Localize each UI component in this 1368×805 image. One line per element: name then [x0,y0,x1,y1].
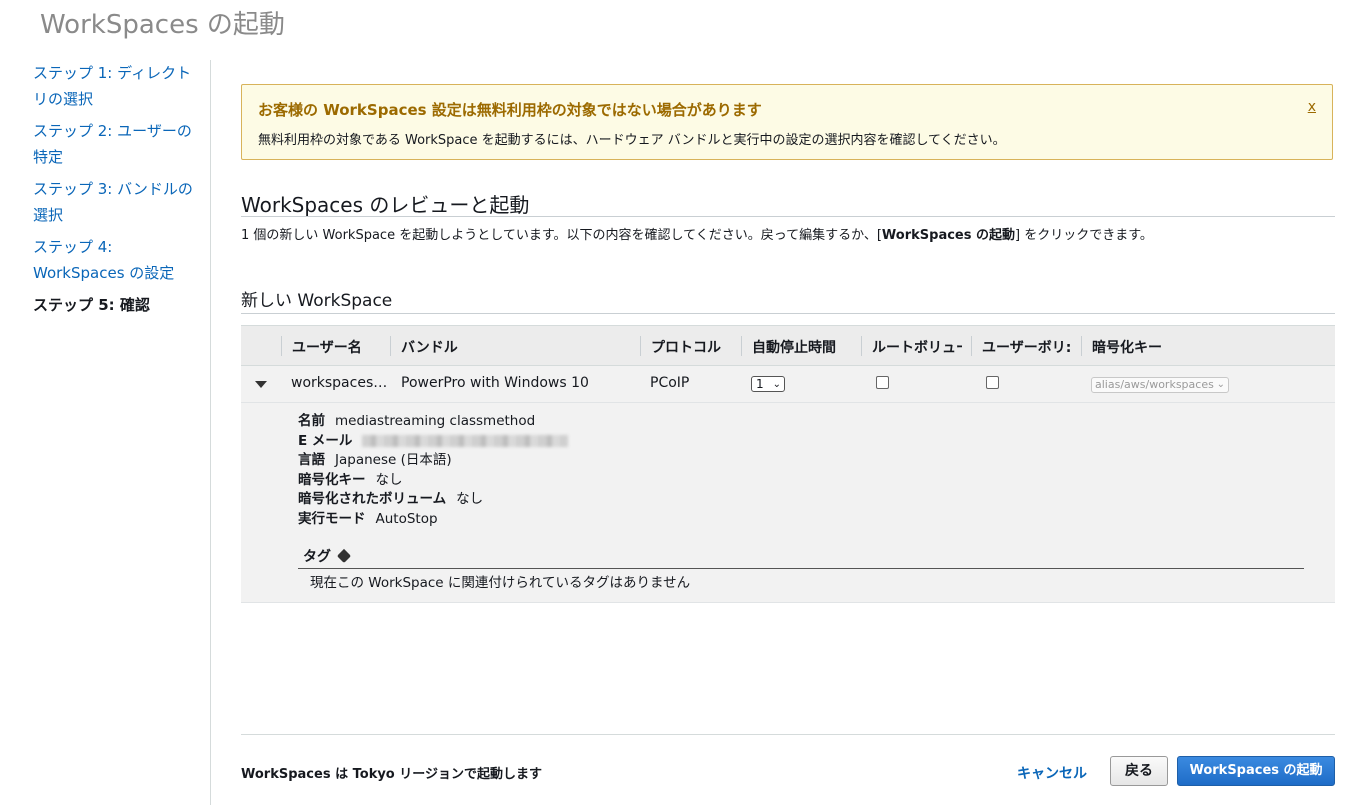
table-row: workspaces… PowerPro with Windows 10 PCo… [241,366,1335,403]
back-button[interactable]: 戻る [1110,756,1168,786]
column-separator [390,336,391,356]
cell-protocol: PCoIP [650,375,690,391]
column-header-username[interactable]: ユーザー名 [292,337,362,357]
user-volume-encryption-checkbox[interactable] [986,376,999,389]
column-header-protocol[interactable]: プロトコル [651,337,721,357]
tags-divider [298,568,1304,569]
detail-running-mode: 実行モード AutoStop [298,507,438,527]
sidebar-step-2[interactable]: ステップ 2: ユーザーの特定 [33,118,205,170]
review-section-title: WorkSpaces のレビューと起動 [241,193,530,217]
intro-text-part: ] をクリックできます。 [1015,228,1153,243]
sidebar-step-4[interactable]: ステップ 4: WorkSpaces の設定 [33,234,205,286]
encryption-key-selected-value: alias/aws/workspaces [1095,378,1214,391]
column-separator [861,336,862,356]
intro-text-emphasis: WorkSpaces の起動 [881,228,1015,243]
region-notice: WorkSpaces は Tokyo リージョンで起動します [241,767,543,782]
column-separator [1081,336,1082,356]
detail-label: E メール [298,433,353,449]
launch-workspaces-button[interactable]: WorkSpaces の起動 [1177,756,1335,786]
review-intro-text: 1 個の新しい WorkSpace を起動しようとしています。以下の内容を確認し… [241,224,1153,243]
detail-label: 名前 [298,413,325,429]
tags-heading: タグ [303,546,352,566]
column-header-root-volume[interactable]: ルートボリュー [872,337,962,357]
detail-name: 名前 mediastreaming classmethod [298,409,535,429]
detail-label: 暗号化されたボリューム [298,491,447,507]
detail-language: 言語 Japanese (日本語) [298,448,452,468]
new-workspace-divider [241,313,1335,314]
detail-label: 暗号化キー [298,472,366,488]
auto-stop-selected-value: 1 [756,377,764,391]
column-separator [281,336,282,356]
column-header-user-volume[interactable]: ユーザーボリ: [982,337,1072,357]
workspace-details-panel: 名前 mediastreaming classmethod E メール 言語 Jap… [241,403,1335,603]
column-separator [640,336,641,356]
detail-value: なし [375,472,403,488]
alert-message: 無料利用枠の対象である WorkSpace を起動するには、ハードウェア バンド… [258,133,1006,148]
alert-close-button[interactable]: x [1308,99,1316,115]
cell-username: workspaces… [291,375,388,391]
tags-heading-label: タグ [303,549,331,565]
workspace-table-header: ユーザー名 バンドル プロトコル 自動停止時間 ルートボリュー ユーザーボリ: … [241,325,1335,366]
detail-label: 実行モード [298,511,366,527]
tag-icon [336,548,352,564]
page-title: WorkSpaces の起動 [40,10,285,40]
detail-value: なし [456,491,484,507]
footer-divider [241,734,1335,735]
encryption-key-select: alias/aws/workspaces ⌄ [1091,377,1229,393]
sidebar-step-3[interactable]: ステップ 3: バンドルの選択 [33,176,205,228]
alert-title: お客様の WorkSpaces 設定は無料利用枠の対象ではない場合があります [258,101,762,119]
chevron-down-icon: ⌄ [772,379,781,390]
new-workspace-section-title: 新しい WorkSpace [241,291,393,311]
wizard-steps-nav: ステップ 1: ディレクトリの選択 ステップ 2: ユーザーの特定 ステップ 3… [33,60,205,324]
detail-encrypted-volumes: 暗号化されたボリューム なし [298,487,483,507]
column-header-bundle[interactable]: バンドル [401,337,458,357]
detail-email: E メール [298,429,569,449]
column-separator [971,336,972,356]
detail-value: AutoStop [375,511,438,527]
cancel-link[interactable]: キャンセル [1017,763,1087,783]
intro-text-part: 1 個の新しい WorkSpace を起動しようとしています。以下の内容を確認し… [241,228,882,243]
review-section-divider [241,216,1335,217]
sidebar-step-1[interactable]: ステップ 1: ディレクトリの選択 [33,60,205,112]
column-header-encryption-key[interactable]: 暗号化キー [1092,337,1162,357]
detail-label: 言語 [298,452,325,468]
column-separator [741,336,742,356]
root-volume-encryption-checkbox[interactable] [876,376,889,389]
detail-value: Japanese (日本語) [335,452,452,468]
cell-bundle: PowerPro with Windows 10 [401,375,589,391]
chevron-down-icon: ⌄ [1216,379,1225,390]
column-header-auto-stop[interactable]: 自動停止時間 [752,337,836,357]
detail-encryption-key: 暗号化キー なし [298,468,403,488]
redacted-email [362,435,569,447]
sidebar-step-5-current: ステップ 5: 確認 [33,296,150,314]
free-tier-warning-alert: お客様の WorkSpaces 設定は無料利用枠の対象ではない場合があります 無… [241,84,1333,160]
expand-row-toggle-icon[interactable] [255,381,267,388]
auto-stop-hours-select[interactable]: 1 ⌄ [751,376,785,392]
detail-value: mediastreaming classmethod [335,413,536,429]
tags-empty-message: 現在この WorkSpace に関連付けられているタグはありません [310,575,691,591]
sidebar-divider [210,60,211,805]
